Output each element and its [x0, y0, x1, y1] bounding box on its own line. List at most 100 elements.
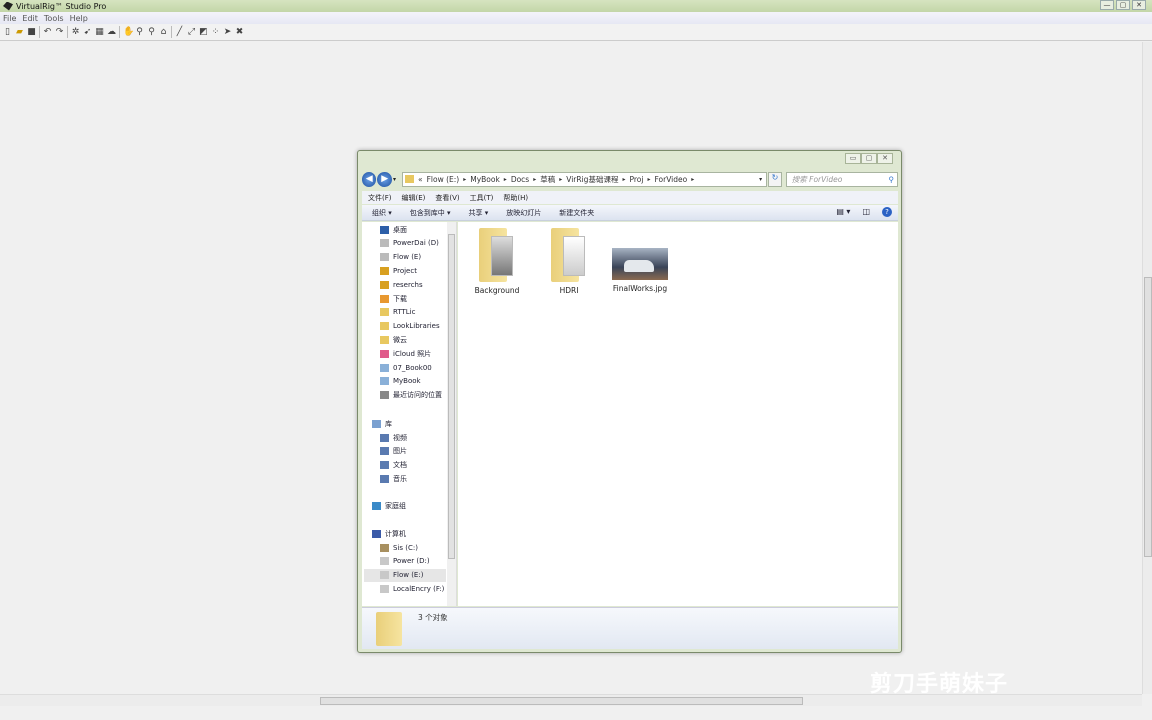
nav-item[interactable]: Project	[380, 264, 448, 277]
slideshow-button[interactable]: 放映幻灯片	[506, 208, 541, 218]
nav-libraries[interactable]: 库	[372, 417, 440, 430]
menu-tools[interactable]: 工具(T)	[470, 193, 494, 203]
file-item-finalworks[interactable]: FinalWorks.jpg	[605, 226, 675, 293]
pin2-icon[interactable]: ⚲	[147, 27, 156, 37]
file-name: Background	[474, 286, 520, 295]
address-bar[interactable]: « Flow (E:) ▸ MyBook ▸ Docs ▸ 草稿 ▸ VirRig基础课…	[401, 171, 768, 187]
nav-item[interactable]: iCloud 照片	[380, 347, 448, 360]
nav-item[interactable]: MyBook	[380, 375, 448, 388]
undo-icon[interactable]: ↶	[43, 27, 52, 37]
nav-item[interactable]: 07_Book00	[380, 361, 448, 374]
rig-icon[interactable]: ✲	[71, 27, 80, 37]
pictures-icon	[380, 447, 389, 456]
preview-pane-icon[interactable]: ◫	[862, 207, 870, 217]
hand-icon[interactable]: ✋	[123, 27, 134, 37]
new-folder-button[interactable]: 新建文件夹	[559, 208, 594, 218]
explorer-close-button[interactable]: ✕	[877, 153, 893, 164]
homegroup-icon	[372, 501, 381, 510]
history-dropdown[interactable]: ▾	[393, 176, 396, 183]
breadcrumb-docs[interactable]: Docs	[511, 175, 529, 184]
nav-item[interactable]: PowerDai (D)	[380, 237, 448, 250]
menu-help[interactable]: 帮助(H)	[503, 193, 528, 203]
nav-label: 微云	[393, 335, 407, 344]
menu-file[interactable]: 文件(F)	[368, 193, 392, 203]
nav-library-item[interactable]: 图片	[380, 445, 448, 458]
nav-computer[interactable]: 计算机	[372, 527, 440, 540]
lock-icon[interactable]: ⌂	[159, 27, 168, 37]
nav-drive[interactable]: Flow (E:)	[364, 568, 446, 582]
nav-library-item[interactable]: 音乐	[380, 472, 448, 485]
organize-button[interactable]: 组织 ▾	[372, 208, 392, 218]
vertical-scrollbar[interactable]	[1142, 42, 1152, 694]
breadcrumb-flow[interactable]: Flow (E:)	[427, 175, 460, 184]
breadcrumb-forvideo[interactable]: ForVideo	[654, 175, 687, 184]
nav-scrollbar[interactable]	[447, 222, 456, 606]
refresh-button[interactable]: ↻	[768, 171, 782, 187]
menu-help[interactable]: Help	[70, 14, 88, 23]
breadcrumb-proj[interactable]: Proj	[629, 175, 643, 184]
menu-edit[interactable]: 编辑(E)	[402, 193, 426, 203]
maximize-button[interactable]: ▢	[1116, 0, 1130, 10]
app-logo-icon	[3, 1, 13, 11]
nav-homegroup[interactable]: 家庭组	[372, 499, 440, 512]
address-overflow[interactable]: «	[418, 175, 423, 184]
bone-icon[interactable]: ➹	[83, 27, 92, 37]
save-icon[interactable]: ■	[27, 27, 36, 37]
breadcrumb-course[interactable]: VirRig基础课程	[566, 174, 618, 185]
new-icon[interactable]: ▯	[3, 27, 12, 37]
file-item-hdri[interactable]: HDRI	[534, 226, 604, 295]
close-button[interactable]: ✕	[1132, 0, 1146, 10]
address-dropdown[interactable]: ▾	[759, 176, 762, 183]
bake-icon[interactable]: ☁	[107, 27, 116, 37]
box-icon[interactable]: ◩	[199, 27, 208, 37]
explorer-maximize-button[interactable]: ▢	[861, 153, 877, 164]
folder-icon	[380, 322, 389, 331]
nav-item[interactable]: 最近访问的位置	[380, 389, 448, 402]
nav-drive[interactable]: LocalEncry (F:)	[380, 582, 448, 595]
nav-item[interactable]: reserchs	[380, 278, 448, 291]
menu-file[interactable]: File	[3, 14, 16, 23]
line-icon[interactable]: ╱	[175, 27, 184, 37]
nav-library-item[interactable]: 视频	[380, 431, 448, 444]
redo-icon[interactable]: ↷	[55, 27, 64, 37]
nav-item[interactable]: 微云	[380, 333, 448, 346]
dots-icon[interactable]: ⁘	[211, 27, 220, 37]
back-button[interactable]: ◀	[362, 171, 377, 187]
nav-item[interactable]: 桌面	[380, 223, 448, 236]
nav-item[interactable]: RTTLic	[380, 306, 448, 319]
view-options-icon[interactable]: ▤ ▾	[836, 207, 850, 217]
nav-label: 桌面	[393, 225, 407, 234]
nav-item[interactable]: 下载	[380, 292, 448, 305]
search-input[interactable]: 搜索 ForVideo ⚲	[785, 171, 899, 187]
lock-folder-icon	[380, 280, 389, 289]
nav-library-item[interactable]: 文档	[380, 459, 448, 472]
help-icon[interactable]: ?	[882, 207, 892, 217]
forward-button[interactable]: ▶	[377, 171, 392, 187]
nav-label: 家庭组	[385, 501, 406, 510]
search-icon[interactable]: ⚲	[889, 173, 895, 186]
nav-drive[interactable]: Power (D:)	[380, 555, 448, 568]
scale-icon[interactable]: ⤢	[187, 27, 196, 37]
pin-icon[interactable]: ⚲	[135, 27, 144, 37]
arrow-icon[interactable]: ➤	[223, 27, 232, 37]
minimize-button[interactable]: —	[1100, 0, 1114, 10]
nav-drive[interactable]: Sis (C:)	[380, 541, 448, 554]
open-icon[interactable]: ▰	[15, 27, 24, 37]
item-count: 3 个对象	[418, 613, 448, 622]
close-icon[interactable]: ✖	[235, 27, 244, 37]
breadcrumb-draft[interactable]: 草稿	[540, 174, 555, 185]
layer-icon[interactable]: ▦	[95, 27, 104, 37]
include-in-library-button[interactable]: 包含到库中 ▾	[410, 208, 451, 218]
explorer-minimize-button[interactable]: ▭	[845, 153, 861, 164]
nav-label: iCloud 照片	[393, 349, 432, 358]
menu-tools[interactable]: Tools	[44, 14, 64, 23]
file-item-background[interactable]: Background	[462, 226, 532, 295]
menu-edit[interactable]: Edit	[22, 14, 38, 23]
nav-item[interactable]: Flow (E)	[380, 251, 448, 264]
breadcrumb-mybook[interactable]: MyBook	[470, 175, 500, 184]
nav-label: 文档	[393, 461, 407, 470]
cloud-icon	[380, 363, 389, 372]
nav-item[interactable]: LookLibraries	[380, 320, 448, 333]
menu-view[interactable]: 查看(V)	[435, 193, 459, 203]
share-button[interactable]: 共享 ▾	[469, 208, 489, 218]
